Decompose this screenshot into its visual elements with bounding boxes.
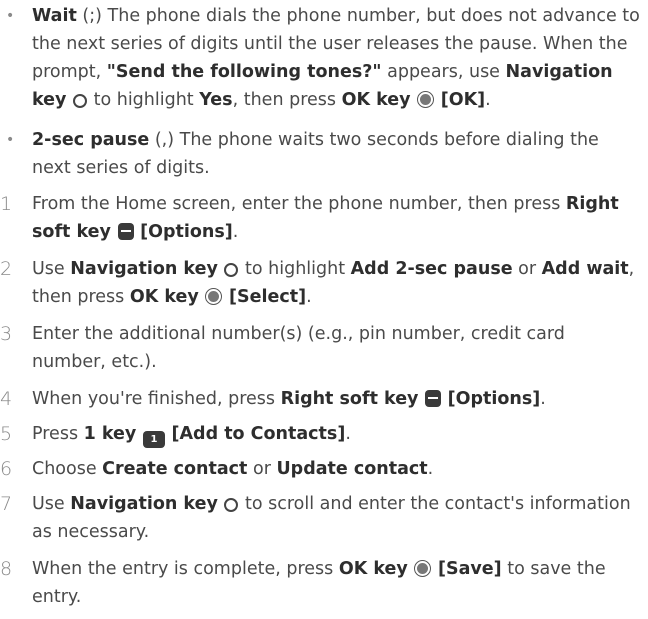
step-number: 4	[0, 388, 13, 410]
step-number: 8	[0, 558, 13, 580]
ok-key-icon	[414, 560, 432, 577]
step-text: Use Navigation key to scroll and enter t…	[32, 494, 631, 542]
navigation-key-icon	[224, 263, 239, 277]
step-number: 5	[0, 423, 13, 445]
manual-page: • Wait (;) The phone dials the phone num…	[0, 0, 648, 619]
navigation-key-label: Navigation key	[70, 494, 218, 514]
navigation-key-label: Navigation key	[70, 259, 218, 279]
step-text: Use Navigation key to highlight Add 2-se…	[32, 259, 635, 307]
ok-key-label: OK key	[341, 90, 411, 110]
navigation-key-icon	[224, 498, 239, 512]
ok-key-label: OK key	[338, 559, 408, 579]
step-number: 1	[0, 193, 13, 215]
step-text: When the entry is complete, press OK key…	[32, 559, 606, 607]
step-text: Enter the additional number(s) (e.g., pi…	[32, 324, 565, 372]
bullet-marker: •	[6, 132, 15, 148]
bullet-text: Wait (;) The phone dials the phone numbe…	[32, 6, 640, 110]
create-contact-label: Create contact	[102, 459, 248, 479]
step-text: Press 1 key 1 [Add to Contacts].	[32, 420, 644, 448]
ok-action: [OK]	[440, 90, 486, 110]
step-text: From the Home screen, enter the phone nu…	[32, 194, 619, 242]
ok-key-icon	[205, 288, 223, 305]
step-text: When you're finished, press Right soft k…	[32, 389, 546, 409]
ok-key-icon	[417, 91, 435, 108]
add-2sec-pause-label: Add 2-sec pause	[350, 259, 513, 279]
bullet-marker: •	[6, 8, 15, 24]
step-number: 2	[0, 258, 13, 280]
select-action: [Select]	[229, 287, 307, 307]
term-wait: Wait	[32, 6, 77, 26]
step-number: 3	[0, 323, 13, 345]
one-key-icon: 1	[142, 431, 165, 448]
navigation-key-icon	[73, 94, 88, 108]
yes-label: Yes	[199, 90, 233, 110]
step-text: Choose Create contact or Update contact.	[32, 459, 434, 479]
prompt-text: "Send the following tones?"	[106, 62, 382, 82]
bullet-text: 2-sec pause (,) The phone waits two seco…	[32, 130, 599, 178]
right-soft-key-label: Right soft key	[280, 389, 419, 409]
one-key-label: 1 key	[83, 424, 137, 444]
term-2sec-pause: 2-sec pause	[32, 130, 150, 150]
options-action: [Options]	[447, 389, 541, 409]
add-to-contacts-action: [Add to Contacts]	[171, 424, 346, 444]
options-action: [Options]	[140, 222, 233, 242]
add-wait-label: Add wait	[541, 259, 629, 279]
right-soft-key-icon	[117, 223, 134, 240]
ok-key-label: OK key	[129, 287, 199, 307]
save-action: [Save]	[437, 559, 502, 579]
step-number: 6	[0, 458, 13, 480]
step-number: 7	[0, 493, 13, 515]
update-contact-label: Update contact	[276, 459, 428, 479]
right-soft-key-icon	[425, 390, 442, 407]
